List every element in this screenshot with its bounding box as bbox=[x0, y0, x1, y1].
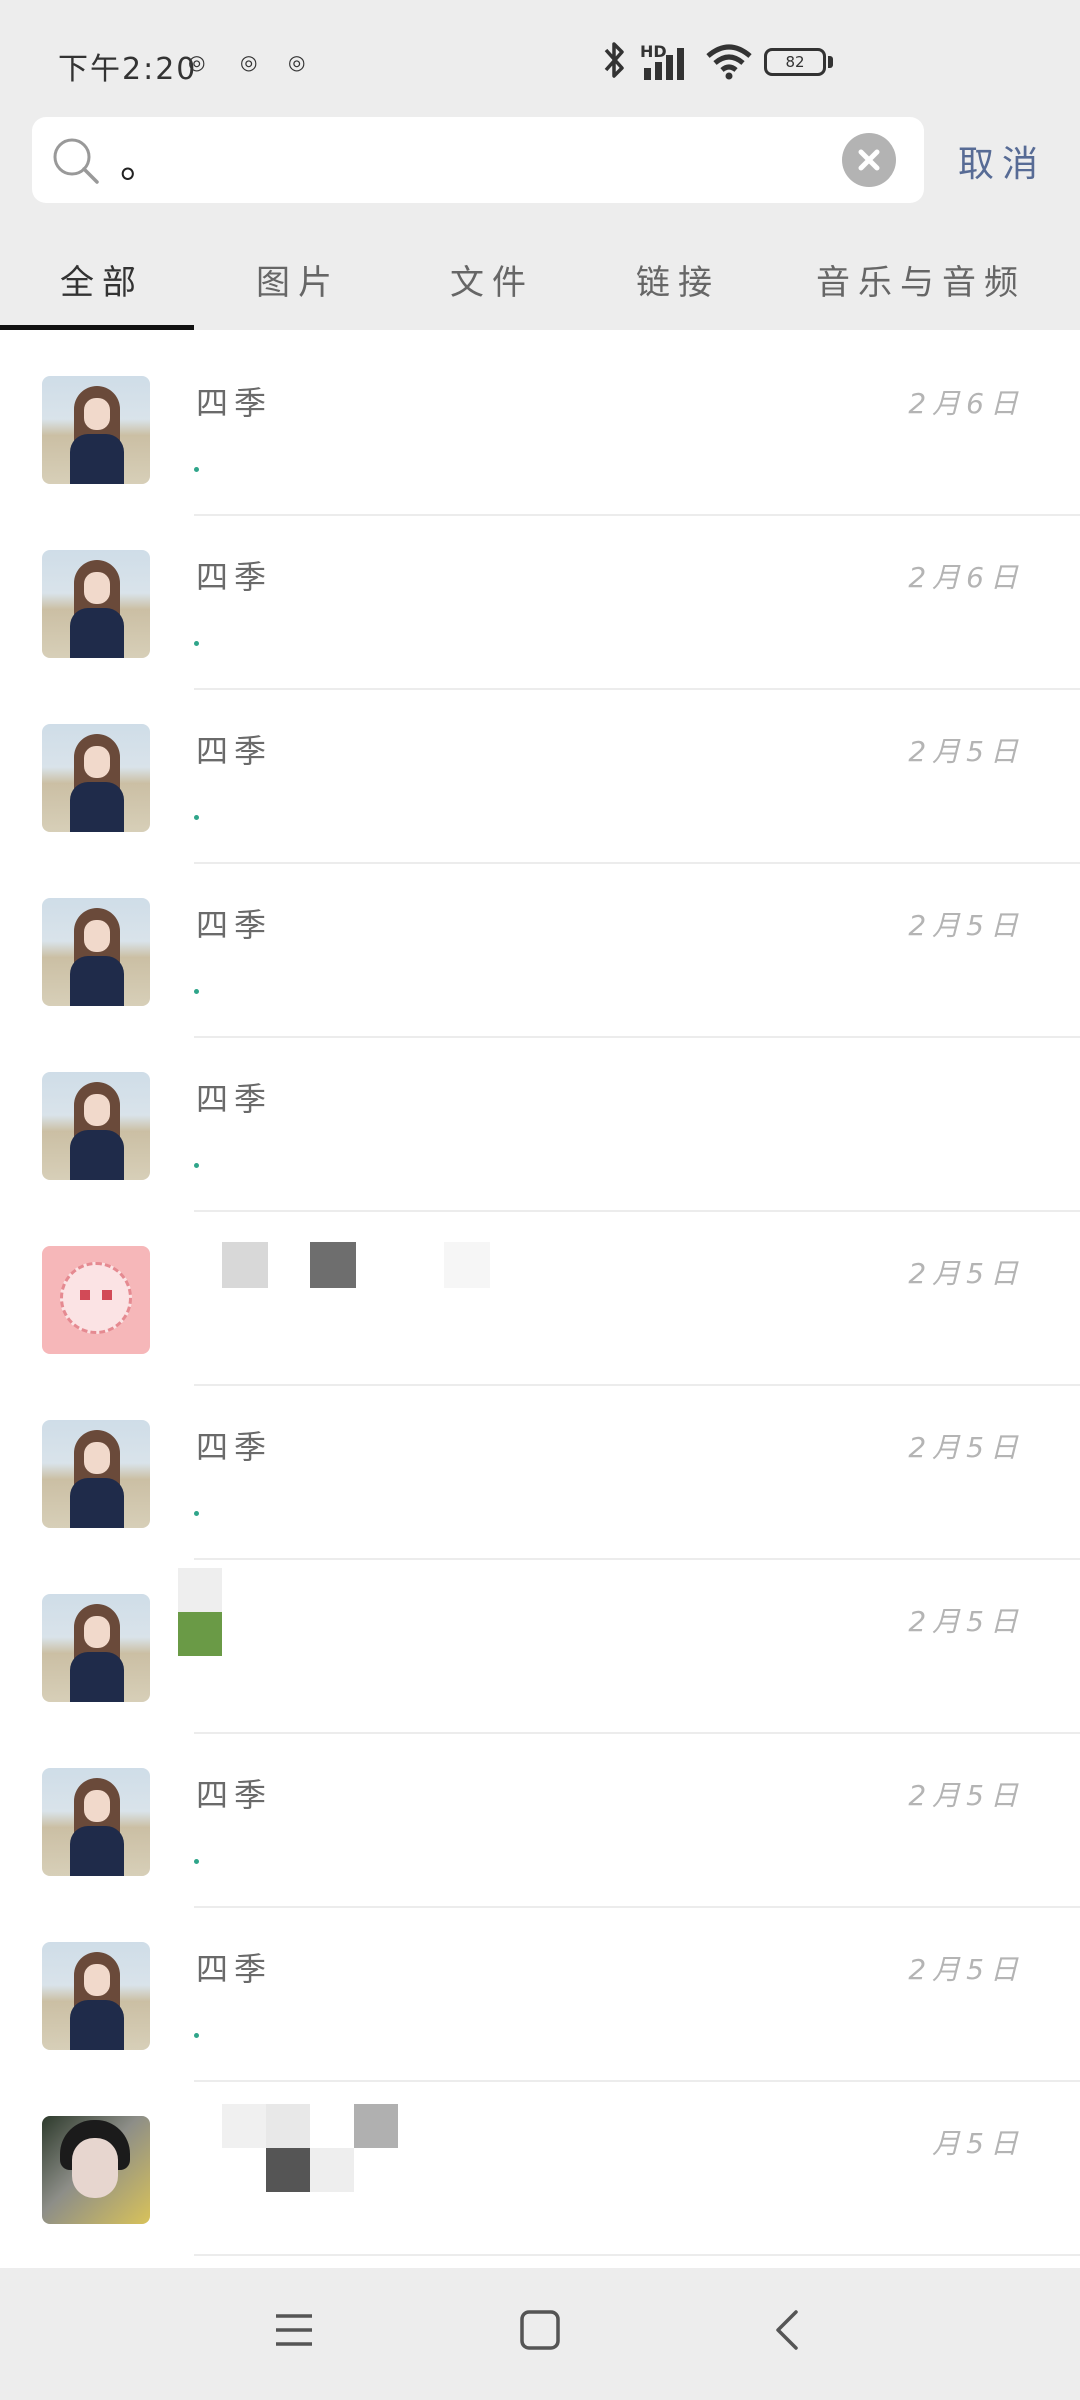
eye-icon: ◎ bbox=[288, 50, 306, 74]
contact-name: 四季 bbox=[196, 558, 273, 596]
tab-all[interactable]: 全部 bbox=[60, 255, 144, 304]
contact-name: 四季 bbox=[196, 384, 273, 422]
avatar bbox=[42, 550, 150, 658]
avatar bbox=[42, 898, 150, 1006]
list-item[interactable]: 四季 2月5日 bbox=[0, 864, 1080, 1038]
message-date: 2月5日 bbox=[908, 1257, 1024, 1290]
message-date: 月5日 bbox=[932, 2127, 1024, 2160]
redaction-block bbox=[310, 1242, 356, 1288]
message-snippet-dot bbox=[194, 2033, 199, 2038]
message-date: 2月5日 bbox=[908, 1779, 1024, 1812]
search-query-text[interactable]: 。 bbox=[120, 131, 160, 189]
message-snippet-dot bbox=[194, 989, 199, 994]
list-item[interactable]: 四季 2月5日 bbox=[0, 1908, 1080, 2082]
redaction-block bbox=[266, 2148, 310, 2192]
avatar bbox=[42, 1072, 150, 1180]
message-snippet-dot bbox=[194, 641, 199, 646]
message-snippet-dot bbox=[194, 1163, 199, 1168]
message-date: 2月5日 bbox=[908, 735, 1024, 768]
list-item[interactable]: 四季 2月6日 bbox=[0, 342, 1080, 516]
signal-icon bbox=[644, 48, 684, 80]
redaction-block bbox=[178, 1612, 222, 1656]
redaction-block bbox=[222, 2104, 266, 2148]
message-snippet-dot bbox=[194, 1511, 199, 1516]
avatar bbox=[42, 1594, 150, 1702]
redaction-block bbox=[444, 1242, 490, 1288]
divider bbox=[194, 2254, 1080, 2256]
status-time: 下午2:20 bbox=[58, 52, 198, 87]
contact-name: 四季 bbox=[196, 732, 273, 770]
bluetooth-icon bbox=[604, 42, 624, 78]
cancel-button[interactable]: 取消 bbox=[958, 135, 1046, 187]
tab-music-audio[interactable]: 音乐与音频 bbox=[816, 255, 1026, 304]
avatar bbox=[42, 1420, 150, 1528]
search-icon bbox=[53, 138, 99, 184]
category-tabs: 全部 图片 文件 链接 音乐与音频 bbox=[0, 225, 1080, 330]
avatar bbox=[42, 1942, 150, 2050]
avatar bbox=[42, 724, 150, 832]
tab-files[interactable]: 文件 bbox=[450, 255, 534, 304]
message-date: 2月6日 bbox=[908, 387, 1024, 420]
list-item[interactable]: 月5日 bbox=[0, 2082, 1080, 2256]
redaction-block bbox=[310, 2148, 354, 2192]
eye-icon: ◎ bbox=[240, 50, 258, 74]
list-item[interactable]: 四季 2月6日 bbox=[0, 516, 1080, 690]
contact-name: 四季 bbox=[196, 1080, 273, 1118]
contact-name: 四季 bbox=[196, 1950, 273, 1988]
list-item[interactable]: 四季 2月5日 bbox=[0, 1386, 1080, 1560]
redaction-block bbox=[354, 2104, 398, 2148]
tab-images[interactable]: 图片 bbox=[256, 255, 340, 304]
menu-icon[interactable] bbox=[272, 2308, 316, 2352]
message-date: 2月5日 bbox=[908, 1431, 1024, 1464]
list-item[interactable]: 四季 2月5日 bbox=[0, 1734, 1080, 1908]
message-snippet-dot bbox=[194, 467, 199, 472]
tab-links[interactable]: 链接 bbox=[636, 255, 720, 304]
active-tab-indicator bbox=[0, 325, 194, 330]
message-date: 2月5日 bbox=[908, 1953, 1024, 1986]
clear-search-button[interactable] bbox=[842, 133, 896, 187]
contact-name: 四季 bbox=[196, 1428, 273, 1466]
list-item[interactable]: 2月5日 bbox=[0, 1560, 1080, 1734]
redaction-block bbox=[222, 1242, 268, 1288]
home-icon[interactable] bbox=[518, 2308, 562, 2352]
status-bar: 下午2:20 ◎ ◎ ◎ HD 82 bbox=[0, 0, 1080, 115]
message-snippet-dot bbox=[194, 1859, 199, 1864]
contact-name: 四季 bbox=[196, 1776, 273, 1814]
message-date: 2月5日 bbox=[908, 909, 1024, 942]
list-item[interactable]: 四季 2月5日 bbox=[0, 690, 1080, 864]
redaction-block bbox=[178, 1568, 222, 1612]
avatar bbox=[42, 1246, 150, 1354]
wifi-icon bbox=[706, 44, 752, 80]
eye-icon: ◎ bbox=[188, 50, 206, 74]
list-item[interactable]: 四季 bbox=[0, 1038, 1080, 1212]
avatar bbox=[42, 1768, 150, 1876]
search-input[interactable]: 。 bbox=[32, 117, 924, 203]
avatar bbox=[42, 376, 150, 484]
message-snippet-dot bbox=[194, 815, 199, 820]
search-header: 。 取消 bbox=[0, 115, 1080, 225]
message-date: 2月6日 bbox=[908, 561, 1024, 594]
list-item[interactable]: 2月5日 bbox=[0, 1212, 1080, 1386]
system-nav-bar bbox=[0, 2268, 1080, 2400]
clear-icon bbox=[858, 149, 880, 171]
redaction-block bbox=[266, 2104, 310, 2148]
battery-tip bbox=[828, 56, 833, 68]
avatar bbox=[42, 2116, 150, 2224]
message-date: 2月5日 bbox=[908, 1605, 1024, 1638]
contact-name: 四季 bbox=[196, 906, 273, 944]
battery-icon: 82 bbox=[764, 48, 826, 76]
back-icon[interactable] bbox=[766, 2308, 810, 2352]
